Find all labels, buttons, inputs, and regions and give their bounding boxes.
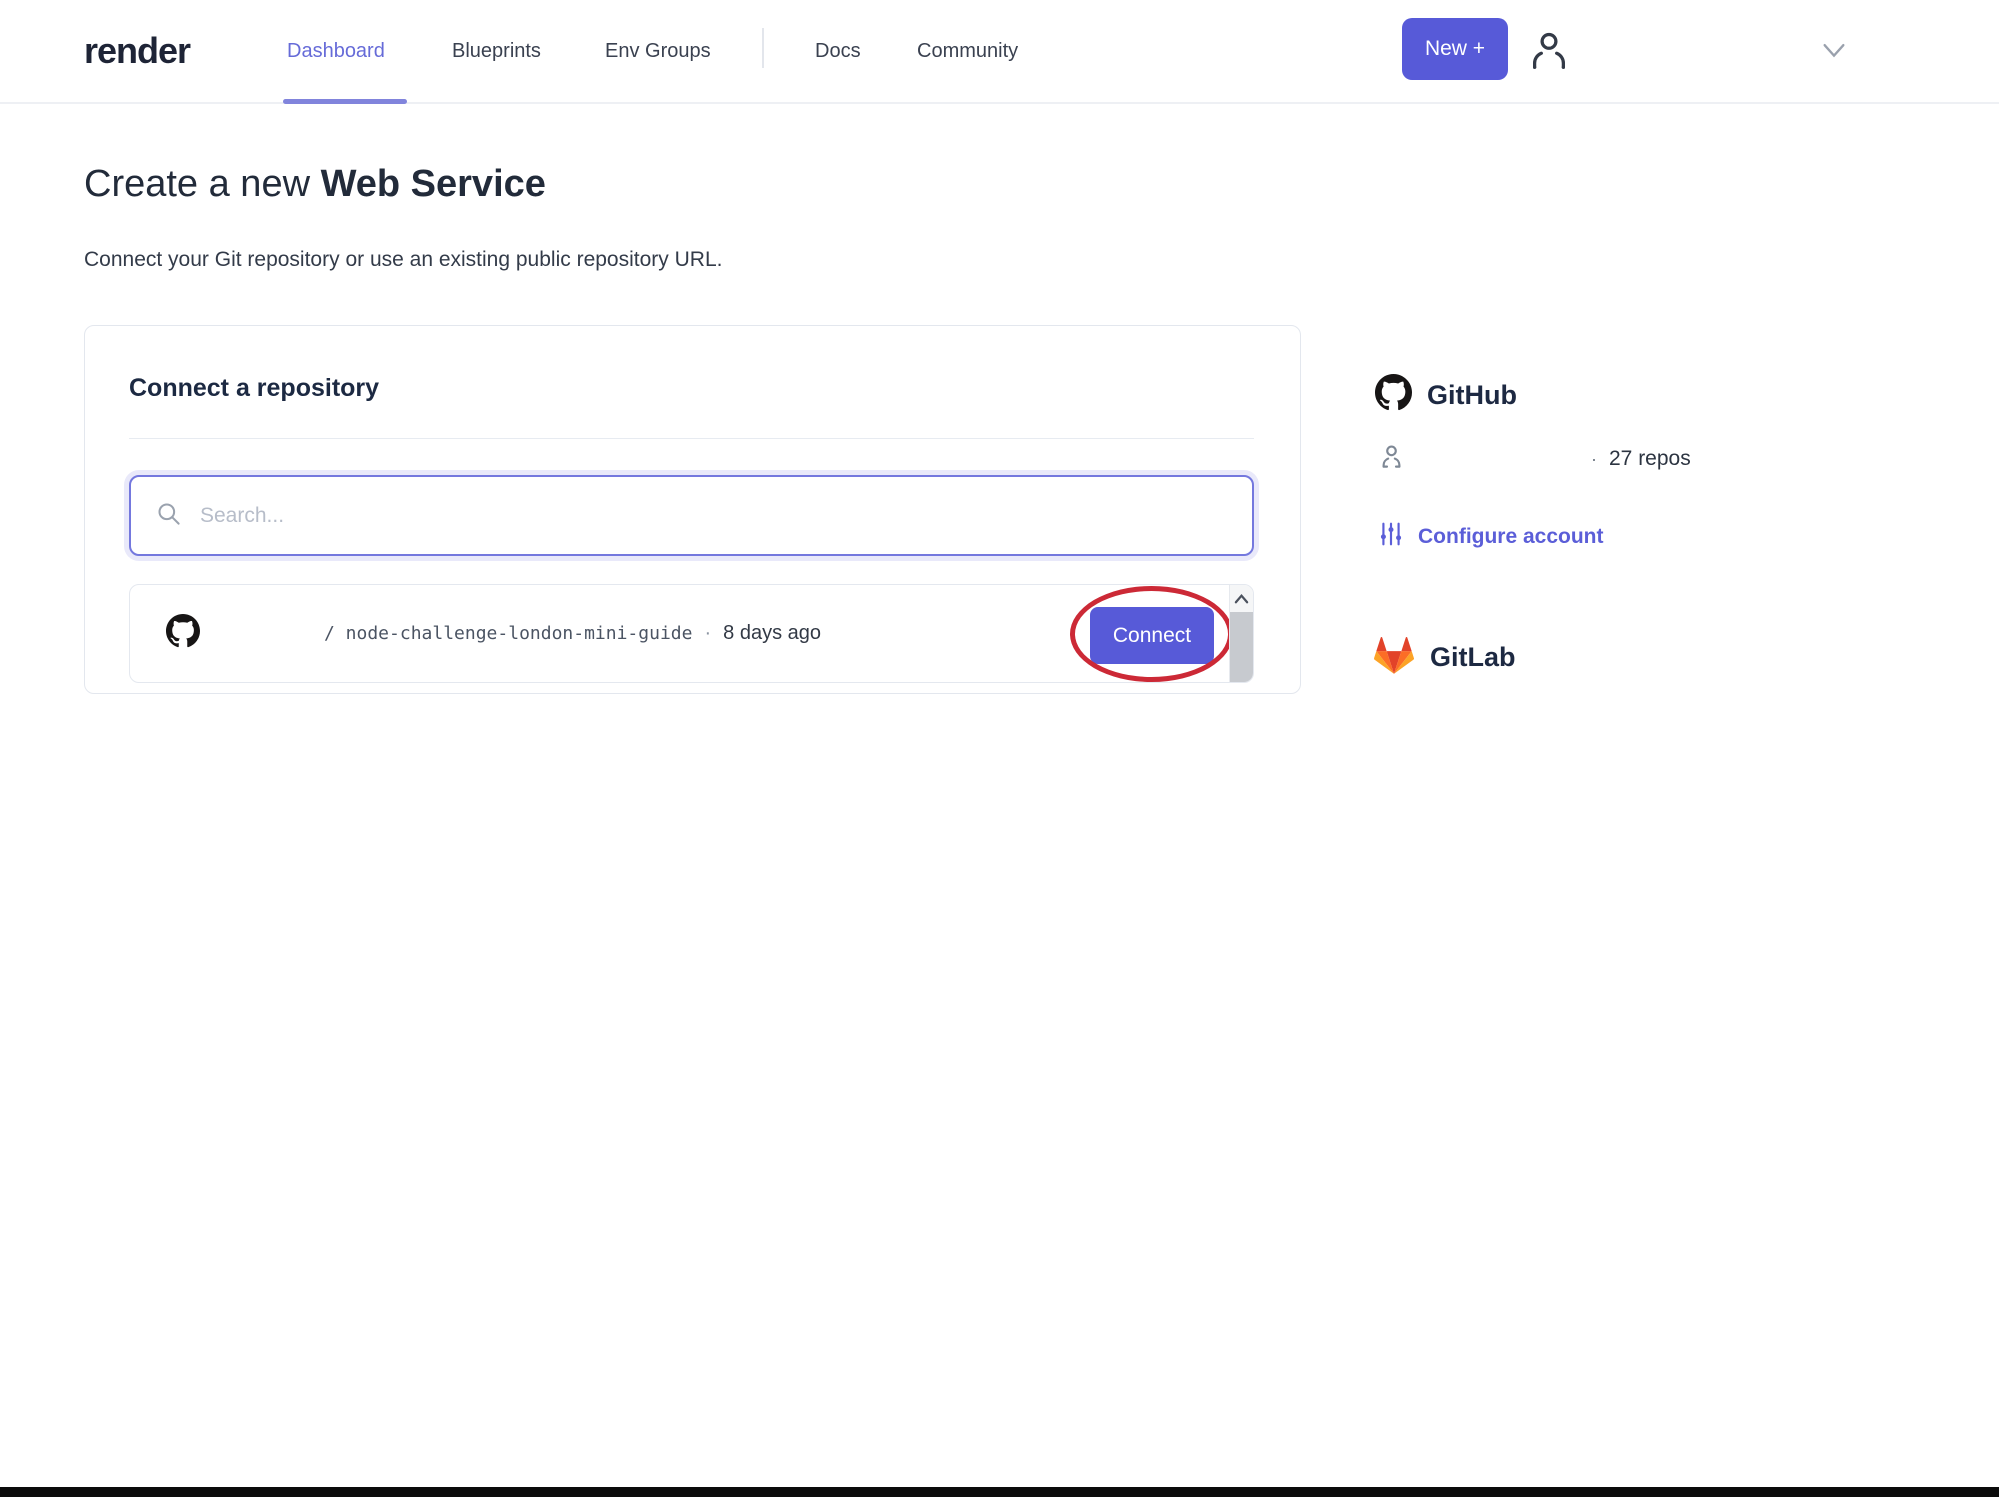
github-account-row: · 27 repos — [1378, 442, 1691, 476]
configure-account-link[interactable]: Configure account — [1378, 520, 1604, 553]
repo-search-box — [129, 475, 1254, 556]
repo-list: / node-challenge-london-mini-guide · 8 d… — [129, 584, 1254, 683]
sliders-icon — [1378, 520, 1404, 553]
repos-count: 27 repos — [1609, 447, 1691, 470]
page-subtitle: Connect your Git repository or use an ex… — [84, 248, 723, 271]
search-icon — [155, 500, 182, 532]
page-title-bold: Web Service — [320, 163, 546, 205]
nav-item-community[interactable]: Community — [917, 40, 1018, 63]
nav-item-docs[interactable]: Docs — [815, 40, 861, 63]
card-heading: Connect a repository — [129, 374, 380, 402]
repo-list-item[interactable]: / node-challenge-london-mini-guide · 8 d… — [130, 585, 1233, 682]
new-button[interactable]: New + — [1402, 18, 1508, 80]
screenshot-bottom-edge — [0, 1487, 1999, 1497]
repos-separator-dot: · — [1591, 448, 1597, 469]
top-nav: render Dashboard Blueprints Env Groups D… — [0, 0, 1999, 104]
page-title-regular: Create a new — [84, 163, 321, 205]
github-provider-header: GitHub — [1375, 374, 1517, 416]
repo-separator-dot: · — [704, 622, 712, 644]
nav-item-env-groups[interactable]: Env Groups — [605, 40, 711, 63]
gitlab-icon — [1372, 634, 1416, 681]
person-icon — [1378, 442, 1405, 476]
redacted-repo-owner — [200, 619, 324, 649]
repo-search-input[interactable] — [200, 503, 1252, 528]
gitlab-title: GitLab — [1430, 642, 1516, 672]
chevron-down-icon[interactable] — [1820, 40, 1848, 67]
connect-repository-card: Connect a repository / node-challenge-lo… — [84, 325, 1301, 694]
repo-path: / node-challenge-london-mini-guide — [324, 623, 693, 644]
repo-list-scrollbar[interactable] — [1229, 585, 1253, 682]
page-title: Create a new Web Service — [84, 163, 546, 206]
configure-account-label: Configure account — [1418, 524, 1604, 548]
scrollbar-thumb[interactable] — [1230, 612, 1253, 682]
render-logo[interactable]: render — [84, 30, 191, 72]
github-icon — [1375, 374, 1412, 416]
card-heading-divider — [129, 438, 1254, 439]
connect-button[interactable]: Connect — [1090, 607, 1214, 664]
nav-item-dashboard[interactable]: Dashboard — [287, 40, 385, 63]
gitlab-provider-header: GitLab — [1372, 634, 1516, 681]
nav-item-blueprints[interactable]: Blueprints — [452, 40, 541, 63]
github-icon — [166, 614, 200, 653]
active-tab-underline — [283, 99, 407, 104]
nav-divider — [762, 28, 764, 68]
user-avatar-icon[interactable] — [1526, 26, 1572, 79]
github-title: GitHub — [1427, 379, 1517, 410]
repo-updated-time: 8 days ago — [723, 622, 821, 644]
scroll-up-icon[interactable] — [1230, 585, 1253, 612]
redacted-github-username — [1415, 446, 1591, 472]
